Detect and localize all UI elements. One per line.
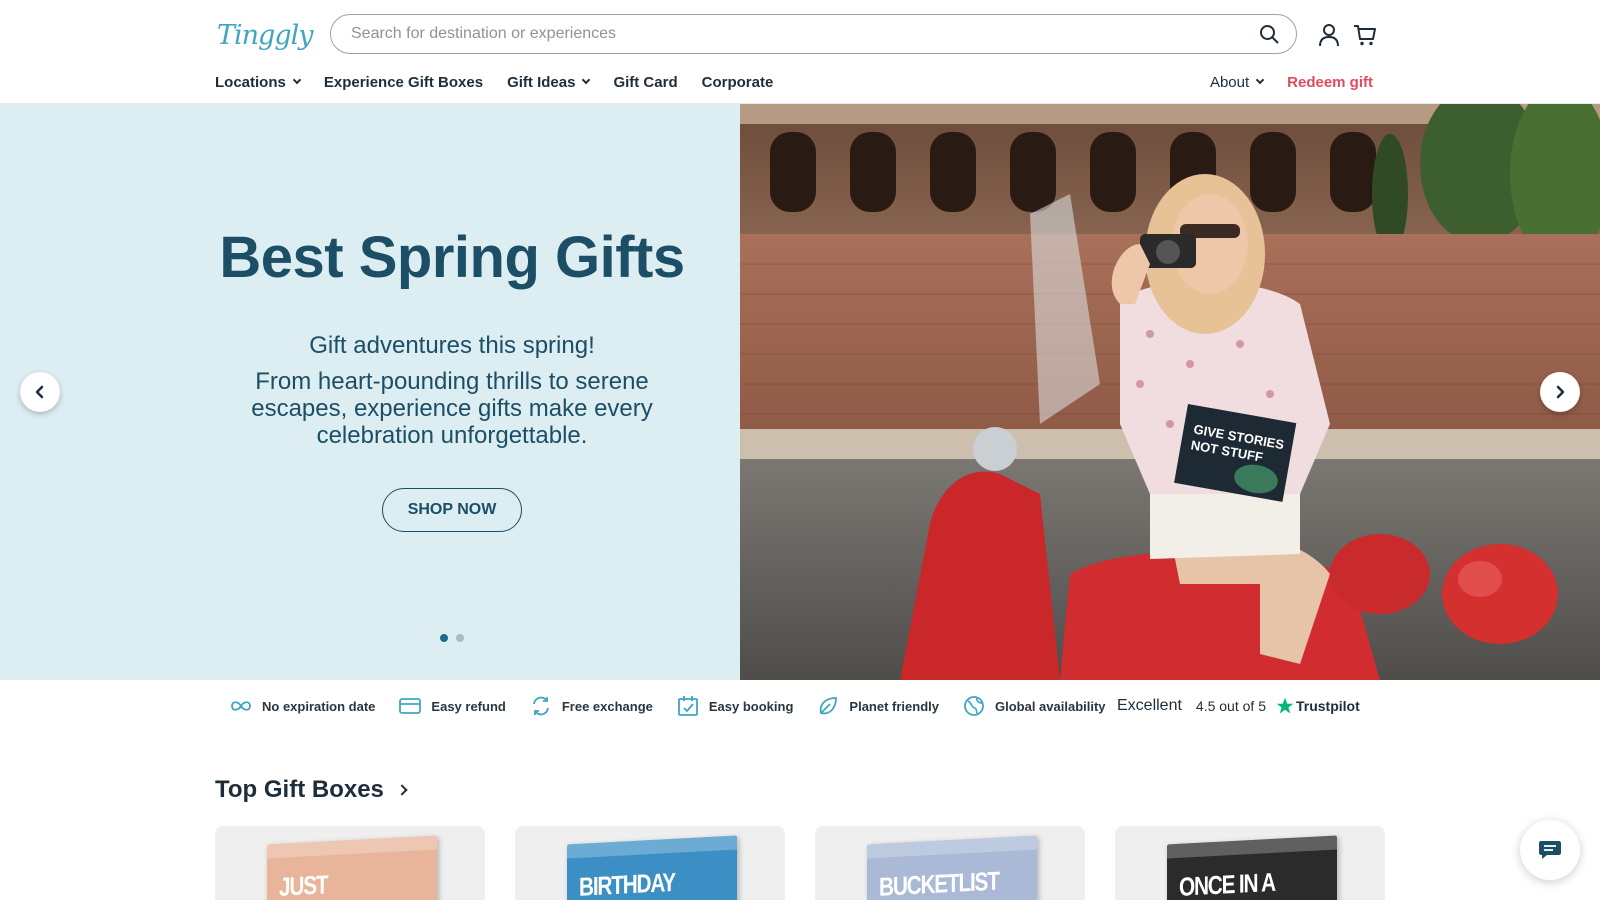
trustpilot-rating: 4.5 out of 5 bbox=[1195, 698, 1266, 714]
box-top-band bbox=[867, 835, 1037, 859]
hero-text-panel: Best Spring Gifts Gift adventures this s… bbox=[0, 104, 740, 680]
chevron-down-icon bbox=[292, 75, 302, 85]
carousel-dots bbox=[440, 634, 464, 642]
gift-box-label: BIRTHDAY bbox=[579, 866, 675, 900]
gift-box-card-just-married[interactable]: JUST MARRIED bbox=[215, 826, 485, 900]
nav-label: Redeem gift bbox=[1287, 73, 1373, 91]
benefit-label: Planet friendly bbox=[849, 698, 939, 714]
nav-label: Gift Card bbox=[613, 73, 678, 91]
nav-label: Locations bbox=[215, 73, 286, 91]
nav-label: About bbox=[1209, 73, 1250, 91]
chevron-left-icon bbox=[35, 385, 44, 399]
nav-experience-gift-boxes[interactable]: Experience Gift Boxes bbox=[324, 74, 483, 91]
search-icon[interactable] bbox=[1258, 23, 1280, 45]
logo-text: Tinggly bbox=[217, 19, 313, 51]
trustpilot-star-icon bbox=[1276, 697, 1294, 714]
chevron-right-icon bbox=[396, 784, 408, 796]
benefits-bar: No expiration date Easy refund Free exch… bbox=[230, 692, 1130, 720]
gift-box-image: JUST MARRIED bbox=[267, 835, 437, 900]
nav-redeem-gift[interactable]: Redeem gift bbox=[1287, 74, 1373, 91]
hero-carousel: Best Spring Gifts Gift adventures this s… bbox=[0, 104, 1600, 680]
gift-box-label: JUST MARRIED bbox=[279, 869, 368, 900]
gift-box-image: BUCKETLIST bbox=[867, 835, 1037, 900]
nav-label: Gift Ideas bbox=[507, 73, 576, 91]
leaf-icon bbox=[820, 697, 838, 715]
benefit-label: Global availability bbox=[995, 698, 1106, 714]
tinggly-logo[interactable]: Tinggly bbox=[210, 12, 313, 58]
user-icon[interactable] bbox=[1316, 22, 1342, 48]
benefit-label: No expiration date bbox=[262, 698, 376, 714]
cart-icon[interactable] bbox=[1352, 22, 1378, 48]
nav-about[interactable]: About bbox=[1209, 73, 1265, 91]
hero-image: GIVE STORIES NOT STUFF bbox=[740, 104, 1600, 680]
benefit-label: Easy refund bbox=[431, 698, 506, 714]
chevron-down-icon bbox=[1255, 75, 1265, 85]
gift-box-card-birthday[interactable]: BIRTHDAY bbox=[515, 826, 785, 900]
gift-box-image: BIRTHDAY bbox=[567, 835, 737, 900]
nav-label: Corporate bbox=[701, 73, 774, 91]
nav-gift-card[interactable]: Gift Card bbox=[613, 74, 677, 91]
globe-icon bbox=[964, 696, 984, 716]
benefit-easy-refund: Easy refund bbox=[399, 697, 506, 715]
trustpilot-brand: Trustpilot bbox=[1276, 697, 1360, 715]
carousel-next-button[interactable] bbox=[1540, 372, 1580, 412]
chevron-right-icon bbox=[1556, 385, 1565, 399]
gift-tag-icon bbox=[210, 32, 216, 52]
benefit-no-expiration: No expiration date bbox=[230, 699, 375, 714]
carousel-dot-1[interactable] bbox=[440, 634, 448, 642]
carousel-prev-button[interactable] bbox=[20, 372, 60, 412]
benefit-easy-booking: Easy booking bbox=[677, 695, 794, 717]
benefit-label: Easy booking bbox=[708, 698, 794, 714]
gift-box-cards: JUST MARRIED BIRTHDAY BUCKETLIST ONCE IN… bbox=[215, 826, 1385, 900]
trustpilot-brand-label: Trustpilot bbox=[1295, 698, 1360, 714]
gift-box-card-bucketlist[interactable]: BUCKETLIST bbox=[815, 826, 1085, 900]
gift-box-label: ONCE IN A LIFETIME bbox=[1179, 866, 1275, 900]
box-top-band bbox=[1167, 835, 1337, 859]
carousel-dot-2[interactable] bbox=[456, 634, 464, 642]
nav-corporate[interactable]: Corporate bbox=[702, 74, 774, 91]
trustpilot-rating-word: Excellent bbox=[1117, 697, 1182, 714]
card-icon bbox=[399, 698, 422, 714]
shop-now-button[interactable]: SHOP NOW bbox=[382, 488, 522, 532]
trustpilot-widget[interactable]: Excellent 4.5 out of 5 Trustpilot bbox=[1117, 692, 1360, 720]
top-gift-boxes-heading[interactable]: Top Gift Boxes bbox=[215, 776, 408, 804]
benefit-planet-friendly: Planet friendly bbox=[817, 695, 939, 717]
gift-box-image: ONCE IN A LIFETIME bbox=[1167, 835, 1337, 900]
search-input[interactable] bbox=[351, 25, 1258, 43]
search-bar[interactable] bbox=[330, 14, 1297, 54]
section-title-label: Top Gift Boxes bbox=[215, 776, 384, 803]
main-nav: Locations Experience Gift Boxes Gift Ide… bbox=[215, 70, 797, 94]
benefit-global-availability: Global availability bbox=[963, 695, 1106, 717]
secondary-nav: About Redeem gift bbox=[1186, 70, 1373, 94]
calendar-check-icon bbox=[677, 696, 698, 716]
benefit-free-exchange: Free exchange bbox=[530, 695, 653, 717]
chat-widget-button[interactable] bbox=[1520, 820, 1580, 880]
nav-locations[interactable]: Locations bbox=[215, 73, 302, 91]
box-top-band bbox=[567, 835, 737, 859]
hero-description: From heart-pounding thrills to serene es… bbox=[251, 368, 653, 449]
nav-label: Experience Gift Boxes bbox=[323, 73, 484, 91]
box-top-band bbox=[267, 835, 437, 859]
refresh-icon bbox=[532, 696, 549, 716]
hero-photo-illustration: GIVE STORIES NOT STUFF bbox=[740, 104, 1600, 680]
gift-box-card-once-in-a-lifetime[interactable]: ONCE IN A LIFETIME bbox=[1115, 826, 1385, 900]
infinity-icon bbox=[231, 701, 251, 711]
chat-icon bbox=[1539, 841, 1561, 859]
nav-gift-ideas[interactable]: Gift Ideas bbox=[507, 73, 591, 91]
chevron-down-icon bbox=[582, 75, 591, 85]
benefit-label: Free exchange bbox=[561, 698, 653, 714]
gift-box-label: BUCKETLIST bbox=[879, 865, 999, 900]
site-header: Tinggly Locations Experience Gift Boxes … bbox=[0, 0, 1600, 104]
